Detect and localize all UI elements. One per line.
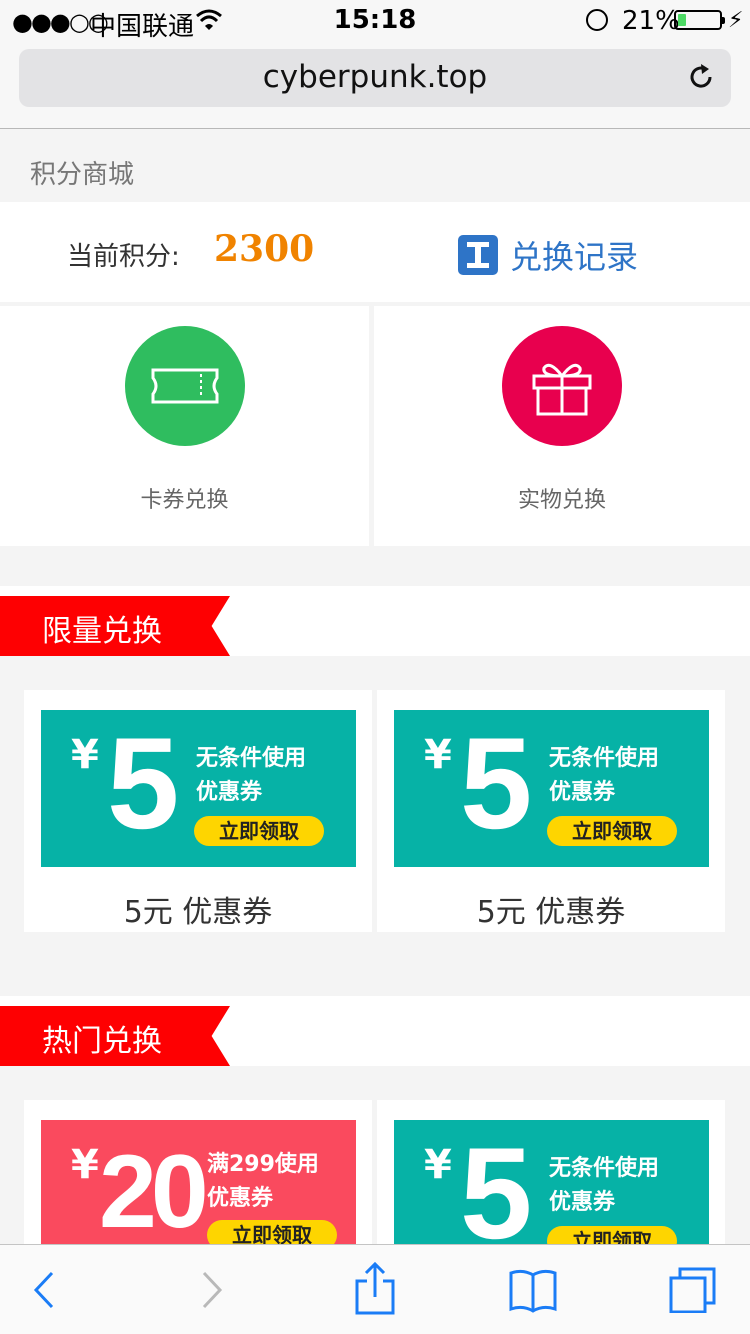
coupon-image[interactable]: ¥ 5 无条件使用 优惠券 立即领取 bbox=[41, 710, 356, 867]
section-ribbon: 限量兑换 bbox=[0, 596, 230, 656]
yen-sign: ¥ bbox=[71, 732, 99, 778]
coupon-condition: 无条件使用 bbox=[549, 1156, 660, 1181]
points-bar: 当前积分: 2300 兑换记录 bbox=[0, 202, 750, 302]
coupon-image[interactable]: ¥ 5 无条件使用 优惠券 立即领取 bbox=[394, 1120, 709, 1244]
yen-sign: ¥ bbox=[424, 732, 452, 778]
status-bar: ●●●○○ 中国联通 15:18 21% ⚡ bbox=[0, 0, 750, 42]
page-title: 积分商城 bbox=[30, 160, 135, 190]
exchange-history-label[interactable]: 兑换记录 bbox=[510, 232, 638, 278]
page-header: 积分商城 bbox=[0, 130, 750, 202]
forward-icon[interactable] bbox=[186, 1267, 236, 1313]
points-value: 2300 bbox=[214, 228, 315, 270]
claim-button[interactable]: 立即领取 bbox=[194, 816, 324, 846]
section-header-limited: 限量兑换 bbox=[0, 586, 750, 656]
category-label: 卡券兑换 bbox=[140, 488, 229, 513]
claim-button[interactable]: 立即领取 bbox=[547, 816, 677, 846]
category-label: 实物兑换 bbox=[517, 488, 606, 513]
yen-sign: ¥ bbox=[424, 1142, 452, 1188]
coupon-card[interactable]: ¥ 5 无条件使用 优惠券 立即领取 5元 优惠券 bbox=[377, 690, 725, 932]
gift-icon bbox=[532, 363, 592, 416]
battery-fill bbox=[678, 14, 686, 26]
back-icon[interactable] bbox=[24, 1267, 74, 1313]
section-title: 限量兑换 bbox=[42, 614, 162, 649]
claim-button[interactable]: 立即领取 bbox=[207, 1220, 337, 1244]
coupon-type: 优惠券 bbox=[207, 1186, 274, 1211]
points-label: 当前积分: bbox=[67, 242, 180, 272]
reload-icon[interactable] bbox=[687, 63, 715, 91]
charging-icon: ⚡ bbox=[728, 8, 744, 33]
claim-button[interactable]: 立即领取 bbox=[547, 1226, 677, 1244]
category-card-goods[interactable]: 实物兑换 bbox=[374, 306, 750, 546]
tabs-icon[interactable] bbox=[668, 1267, 718, 1313]
coupon-amount: 5 bbox=[460, 1120, 532, 1244]
coupon-condition: 无条件使用 bbox=[549, 746, 660, 771]
coupon-condition: 无条件使用 bbox=[196, 746, 307, 771]
coupon-card[interactable]: ¥ 5 无条件使用 优惠券 立即领取 bbox=[377, 1100, 725, 1244]
category-icon-bg bbox=[502, 326, 622, 446]
coupon-name: 5元 优惠券 bbox=[123, 895, 273, 930]
coupon-name: 5元 优惠券 bbox=[476, 895, 626, 930]
browser-address-area: cyberpunk.top bbox=[0, 40, 750, 129]
share-icon[interactable] bbox=[350, 1261, 400, 1315]
coupon-card[interactable]: ¥ 20 满299使用 优惠券 立即领取 bbox=[24, 1100, 372, 1244]
coupon-card[interactable]: ¥ 5 无条件使用 优惠券 立即领取 5元 优惠券 bbox=[24, 690, 372, 932]
section-ribbon: 热门兑换 bbox=[0, 1006, 230, 1066]
coupon-amount: 5 bbox=[107, 710, 179, 856]
orientation-lock-icon bbox=[586, 9, 608, 31]
coupon-amount: 5 bbox=[460, 710, 532, 856]
category-row: 卡券兑换 实物兑换 bbox=[0, 306, 750, 546]
yen-sign: ¥ bbox=[71, 1142, 99, 1188]
browser-toolbar bbox=[0, 1244, 750, 1334]
battery-icon bbox=[674, 10, 725, 30]
coupon-image[interactable]: ¥ 20 满299使用 优惠券 立即领取 bbox=[41, 1120, 356, 1244]
url-text[interactable]: cyberpunk.top bbox=[19, 59, 731, 95]
hot-grid: ¥ 20 满299使用 优惠券 立即领取 ¥ 5 无条件使用 优惠券 立即领取 bbox=[0, 1076, 750, 1244]
section-header-hot: 热门兑换 bbox=[0, 996, 750, 1066]
coupon-condition: 满299使用 bbox=[207, 1152, 319, 1177]
ticket-icon bbox=[151, 368, 218, 404]
coupon-type: 优惠券 bbox=[196, 780, 263, 805]
limited-grid: ¥ 5 无条件使用 优惠券 立即领取 5元 优惠券 ¥ 5 无条件使用 优惠券 … bbox=[0, 666, 750, 996]
address-bar[interactable]: cyberpunk.top bbox=[19, 49, 731, 107]
battery-percent: 21% bbox=[622, 6, 680, 36]
exchange-history-link[interactable]: 兑换记录 bbox=[458, 232, 638, 278]
coupon-amount: 20 bbox=[99, 1134, 209, 1244]
history-icon bbox=[458, 235, 498, 275]
coupon-type: 优惠券 bbox=[549, 1190, 616, 1215]
coupon-image[interactable]: ¥ 5 无条件使用 优惠券 立即领取 bbox=[394, 710, 709, 867]
section-title: 热门兑换 bbox=[42, 1024, 162, 1059]
category-card-vouchers[interactable]: 卡券兑换 bbox=[0, 306, 369, 546]
coupon-type: 优惠券 bbox=[549, 780, 616, 805]
bookmarks-icon[interactable] bbox=[508, 1267, 558, 1313]
category-icon-bg bbox=[124, 326, 245, 446]
